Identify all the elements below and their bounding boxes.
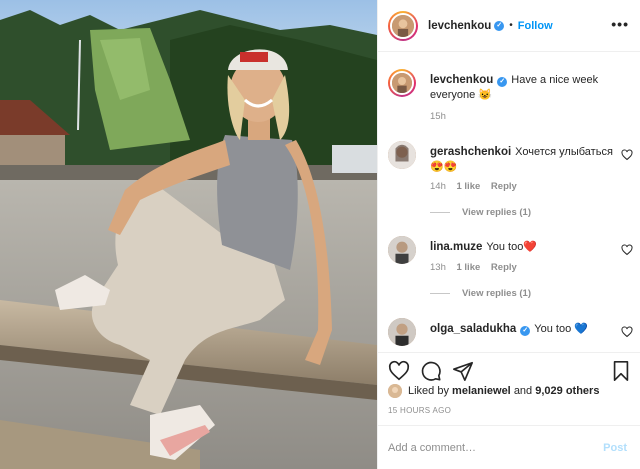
view-replies-label: View replies (1) (462, 207, 531, 218)
instagram-post: levchenkou ✓ • Follow ••• levchenkou ✓ Hav… (0, 0, 640, 469)
verified-badge-icon: ✓ (520, 326, 531, 336)
comment-time[interactable]: 13h (430, 262, 446, 273)
commenter-avatar-image (388, 318, 416, 346)
reply-button[interactable]: Reply (491, 181, 517, 192)
commenter-avatar-image (388, 141, 416, 169)
follow-button[interactable]: Follow (518, 20, 553, 32)
comment-likes[interactable]: 1 like (457, 262, 481, 273)
replies-divider (430, 212, 450, 213)
heart-outline-icon[interactable] (621, 326, 633, 338)
comment-likes[interactable]: 1 like (457, 181, 481, 192)
comment-username[interactable]: olga_saladukha (430, 323, 516, 335)
comment-meta: 14h 1 like Reply (430, 181, 525, 192)
comment-item: lina.muze You too❤️ 13h 1 like Reply View… (388, 236, 633, 316)
comment-icon[interactable] (420, 360, 442, 382)
comment-item: olga_saladukha ✓ You too 💙 (388, 318, 633, 352)
author-avatar-image (390, 12, 416, 39)
heart-outline-icon[interactable] (621, 149, 633, 161)
likes-conjunction: and (513, 385, 533, 397)
reply-button[interactable]: Reply (491, 262, 517, 273)
comment-text: You too 💙 (534, 323, 588, 335)
commenter-avatar[interactable] (388, 236, 416, 264)
comment-username[interactable]: lina.muze (430, 241, 482, 253)
caption-time[interactable]: 15h (430, 111, 446, 122)
view-replies-label: View replies (1) (462, 288, 531, 299)
comment-time[interactable]: 14h (430, 181, 446, 192)
liker-avatar[interactable] (388, 384, 402, 398)
photo-illustration (0, 0, 377, 469)
add-comment-bar: Post (378, 425, 640, 469)
comment-text: You too❤️ (486, 241, 538, 253)
comment-username[interactable]: gerashchenkoi (430, 146, 511, 158)
comment-body: gerashchenkoi Хочется улыбаться 😍😍 (430, 145, 614, 175)
likes-summary: Liked by melaniewel and 9,029 others (388, 384, 599, 398)
caption-avatar-image (390, 71, 414, 95)
share-icon[interactable] (452, 360, 474, 382)
commenter-avatar[interactable] (388, 318, 416, 346)
bookmark-icon[interactable] (610, 360, 632, 382)
comment-body: olga_saladukha ✓ You too 💙 (430, 322, 614, 337)
caption-meta: 15h (430, 111, 454, 122)
view-replies-button[interactable]: View replies (1) (430, 207, 531, 218)
more-options-icon[interactable]: ••• (611, 17, 629, 31)
comment-item: gerashchenkoi Хочется улыбаться 😍😍 14h 1 … (388, 141, 633, 221)
comment-body: lina.muze You too❤️ (430, 240, 614, 255)
comments-list[interactable]: levchenkou ✓ Have a nice week everyone 😺 1… (378, 53, 640, 352)
separator-dot: • (509, 20, 513, 31)
likes-count[interactable]: 9,029 others (535, 385, 599, 397)
heart-icon[interactable] (388, 360, 410, 382)
author-username[interactable]: levchenkou (428, 20, 491, 32)
replies-divider (430, 293, 450, 294)
post-photo[interactable] (0, 0, 377, 469)
caption-author-avatar[interactable] (388, 69, 416, 97)
liker-username[interactable]: melaniewel (452, 385, 511, 397)
post-header: levchenkou ✓ • Follow ••• (378, 0, 640, 52)
commenter-avatar[interactable] (388, 141, 416, 169)
caption-body: levchenkou ✓ Have a nice week everyone 😺 (430, 73, 614, 103)
comment-input[interactable] (388, 438, 588, 458)
caption-username[interactable]: levchenkou (430, 74, 493, 86)
verified-badge-icon: ✓ (494, 20, 505, 31)
heart-outline-icon[interactable] (621, 244, 633, 256)
commenter-avatar-image (388, 236, 416, 264)
comment-meta: 13h 1 like Reply (430, 262, 525, 273)
author-avatar[interactable] (388, 10, 418, 41)
post-timestamp[interactable]: 15 HOURS AGO (388, 406, 451, 415)
post-comment-button[interactable]: Post (603, 442, 627, 454)
action-bar (378, 352, 640, 388)
verified-badge-icon: ✓ (497, 77, 508, 87)
post-caption: levchenkou ✓ Have a nice week everyone 😺 1… (388, 69, 633, 129)
post-side-panel: levchenkou ✓ • Follow ••• levchenkou ✓ Hav… (377, 0, 640, 469)
view-replies-button[interactable]: View replies (1) (430, 288, 531, 299)
likes-prefix: Liked by (408, 385, 449, 397)
